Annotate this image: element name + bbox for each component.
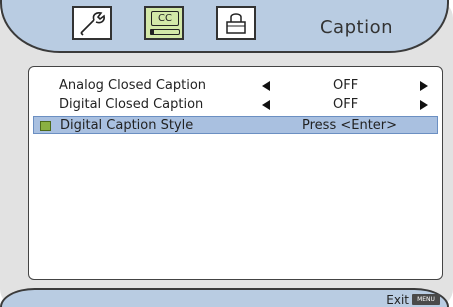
arrow-left-icon[interactable] [262, 81, 270, 91]
footer-bar: Exit MENU [0, 288, 449, 307]
page-title: Caption [319, 17, 393, 38]
cc-tab-label: CC [151, 11, 179, 26]
menu-item-label: Digital Closed Caption [59, 97, 204, 112]
menu-item-digital-caption-style[interactable]: Digital Caption Style Press <Enter> [33, 116, 438, 134]
arrow-right-icon[interactable] [420, 100, 428, 110]
menu-item-value: OFF [333, 97, 359, 112]
closed-caption-icon: CC [148, 10, 180, 36]
menu-item-digital-cc[interactable]: Digital Closed Caption OFF [33, 96, 438, 114]
wrench-icon [80, 12, 105, 36]
tab-lock[interactable] [216, 6, 256, 40]
header-bar: CC Caption [0, 0, 449, 53]
menu-item-analog-cc[interactable]: Analog Closed Caption OFF [33, 77, 438, 95]
osd-frame: CC Caption Analog Closed Caption OFF Dig… [0, 0, 453, 307]
menu-item-label: Digital Caption Style [60, 118, 194, 133]
lock-icon [226, 13, 246, 34]
menu-key-icon[interactable]: MENU [412, 294, 440, 305]
menu-item-value: OFF [333, 78, 359, 93]
menu-panel: Analog Closed Caption OFF Digital Closed… [28, 66, 443, 280]
tab-caption[interactable]: CC [144, 6, 184, 40]
menu-item-value: Press <Enter> [302, 118, 398, 133]
tab-setup[interactable] [72, 6, 112, 40]
arrow-left-icon[interactable] [262, 100, 270, 110]
exit-label: Exit [386, 293, 409, 307]
selection-bullet-icon [40, 121, 51, 131]
menu-item-label: Analog Closed Caption [59, 78, 207, 93]
arrow-right-icon[interactable] [420, 81, 428, 91]
